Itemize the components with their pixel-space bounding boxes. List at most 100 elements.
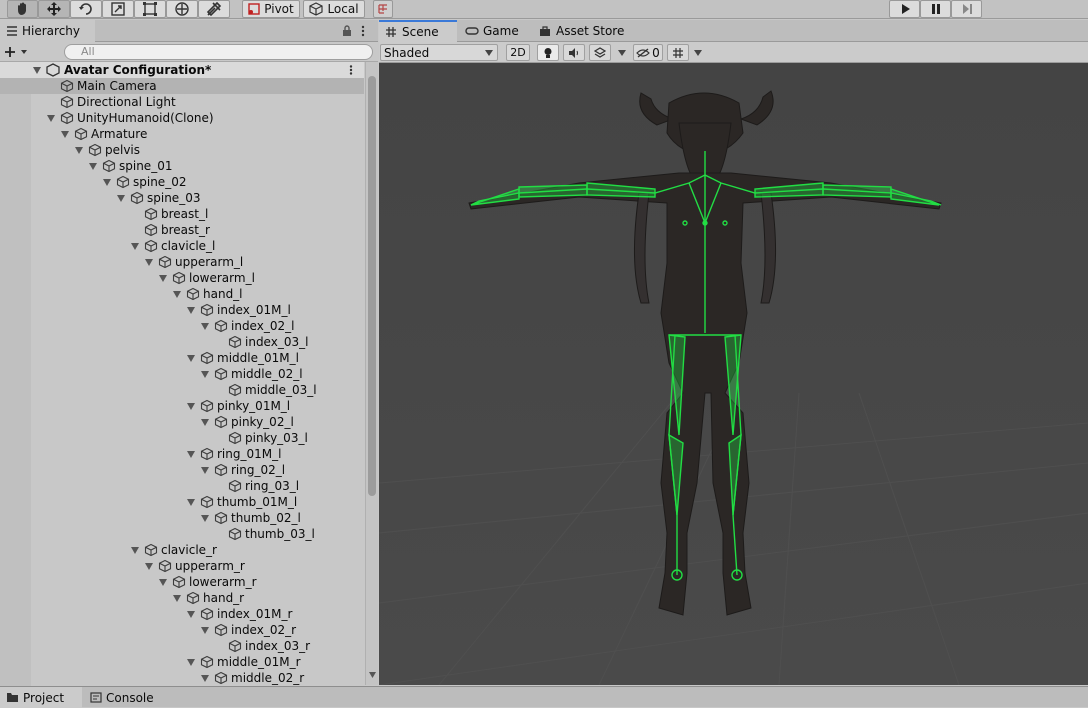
hierarchy-item[interactable]: upperarm_r <box>0 558 364 574</box>
hierarchy-scroll-thumb[interactable] <box>368 76 376 496</box>
hierarchy-item[interactable]: pinky_03_l <box>0 430 364 446</box>
hierarchy-item[interactable]: clavicle_r <box>0 542 364 558</box>
hierarchy-item[interactable]: Main Camera <box>0 78 364 94</box>
hierarchy-item[interactable]: breast_l <box>0 206 364 222</box>
hierarchy-item[interactable]: index_03_l <box>0 334 364 350</box>
gizmo-toggle[interactable] <box>667 44 689 61</box>
create-dropdown[interactable] <box>4 44 32 60</box>
expand-arrow-icon[interactable] <box>103 179 111 186</box>
hierarchy-item[interactable]: upperarm_l <box>0 254 364 270</box>
tab-scene[interactable]: Scene <box>379 20 457 42</box>
expand-arrow-icon[interactable] <box>187 611 195 618</box>
hierarchy-item[interactable]: ring_02_l <box>0 462 364 478</box>
hierarchy-item[interactable]: UnityHumanoid(Clone) <box>0 110 364 126</box>
hierarchy-item[interactable]: spine_01 <box>0 158 364 174</box>
expand-arrow-icon[interactable] <box>131 547 139 554</box>
expand-arrow-icon[interactable] <box>61 131 69 138</box>
expand-arrow-icon[interactable] <box>187 659 195 666</box>
lighting-toggle[interactable] <box>537 44 559 61</box>
rect-tool-button[interactable] <box>134 0 166 18</box>
transform-tool-button[interactable] <box>166 0 198 18</box>
hierarchy-item[interactable]: thumb_02_l <box>0 510 364 526</box>
move-tool-button[interactable] <box>38 0 70 18</box>
effects-dropdown[interactable] <box>615 44 629 61</box>
expand-arrow-icon[interactable] <box>201 515 209 522</box>
expand-arrow-icon[interactable] <box>159 579 167 586</box>
hierarchy-item[interactable]: ring_03_l <box>0 478 364 494</box>
gizmo-dropdown[interactable] <box>691 44 705 61</box>
scroll-down-arrow-icon[interactable] <box>369 672 376 678</box>
expand-arrow-icon[interactable] <box>201 419 209 426</box>
hierarchy-item[interactable]: thumb_03_l <box>0 526 364 542</box>
pivot-toggle[interactable]: Pivot <box>242 0 300 18</box>
hierarchy-scrollbar[interactable] <box>365 62 378 685</box>
expand-arrow-icon[interactable] <box>187 355 195 362</box>
rotate-tool-button[interactable] <box>70 0 102 18</box>
mode-2d-toggle[interactable]: 2D <box>506 44 530 61</box>
tab-console[interactable]: Console <box>84 687 166 708</box>
step-button[interactable] <box>951 0 982 18</box>
expand-arrow-icon[interactable] <box>145 259 153 266</box>
expand-arrow-icon[interactable] <box>187 307 195 314</box>
hierarchy-item[interactable]: middle_01M_r <box>0 654 364 670</box>
expand-arrow-icon[interactable] <box>33 67 41 74</box>
tab-project[interactable]: Project <box>0 687 82 708</box>
kebab-menu-icon[interactable] <box>361 25 365 37</box>
expand-arrow-icon[interactable] <box>173 595 181 602</box>
expand-arrow-icon[interactable] <box>201 675 209 682</box>
hierarchy-item[interactable]: middle_01M_l <box>0 350 364 366</box>
expand-arrow-icon[interactable] <box>131 243 139 250</box>
expand-arrow-icon[interactable] <box>201 371 209 378</box>
shading-mode-dropdown[interactable]: Shaded <box>380 44 498 61</box>
scene-viewport[interactable] <box>379 63 1088 685</box>
lock-icon[interactable] <box>342 25 352 37</box>
expand-arrow-icon[interactable] <box>201 467 209 474</box>
expand-arrow-icon[interactable] <box>187 499 195 506</box>
tab-hierarchy[interactable]: Hierarchy <box>0 20 95 42</box>
expand-arrow-icon[interactable] <box>145 563 153 570</box>
expand-arrow-icon[interactable] <box>201 627 209 634</box>
expand-arrow-icon[interactable] <box>173 291 181 298</box>
hierarchy-item[interactable]: Armature <box>0 126 364 142</box>
scene-row[interactable]: Avatar Configuration* <box>0 62 364 78</box>
expand-arrow-icon[interactable] <box>159 275 167 282</box>
hierarchy-item[interactable]: hand_r <box>0 590 364 606</box>
hierarchy-item[interactable]: index_01M_r <box>0 606 364 622</box>
expand-arrow-icon[interactable] <box>47 115 55 122</box>
expand-arrow-icon[interactable] <box>89 163 97 170</box>
hierarchy-item[interactable]: Directional Light <box>0 94 364 110</box>
expand-arrow-icon[interactable] <box>75 147 83 154</box>
hierarchy-item[interactable]: index_02_l <box>0 318 364 334</box>
hierarchy-item[interactable]: hand_l <box>0 286 364 302</box>
hidden-objects-toggle[interactable]: 0 <box>633 44 663 61</box>
hierarchy-item[interactable]: index_03_r <box>0 638 364 654</box>
hierarchy-search-input[interactable]: All <box>64 44 373 60</box>
snap-toggle[interactable] <box>373 0 393 18</box>
hierarchy-item[interactable]: middle_02_r <box>0 670 364 685</box>
hierarchy-item[interactable]: pinky_02_l <box>0 414 364 430</box>
custom-tool-button[interactable] <box>198 0 230 18</box>
pause-button[interactable] <box>920 0 951 18</box>
play-button[interactable] <box>889 0 920 18</box>
hierarchy-item[interactable]: pelvis <box>0 142 364 158</box>
hierarchy-item[interactable]: middle_02_l <box>0 366 364 382</box>
hierarchy-item[interactable]: index_02_r <box>0 622 364 638</box>
tab-asset-store[interactable]: Asset Store <box>533 20 633 42</box>
expand-arrow-icon[interactable] <box>187 451 195 458</box>
hierarchy-item[interactable]: lowerarm_r <box>0 574 364 590</box>
tab-game[interactable]: Game <box>459 20 529 42</box>
effects-toggle[interactable] <box>589 44 611 61</box>
scale-tool-button[interactable] <box>102 0 134 18</box>
audio-toggle[interactable] <box>563 44 585 61</box>
hierarchy-item[interactable]: spine_02 <box>0 174 364 190</box>
expand-arrow-icon[interactable] <box>201 323 209 330</box>
local-toggle[interactable]: Local <box>303 0 365 18</box>
hierarchy-item[interactable]: breast_r <box>0 222 364 238</box>
expand-arrow-icon[interactable] <box>117 195 125 202</box>
hierarchy-item[interactable]: ring_01M_l <box>0 446 364 462</box>
hierarchy-item[interactable]: clavicle_l <box>0 238 364 254</box>
hierarchy-item[interactable]: lowerarm_l <box>0 270 364 286</box>
hierarchy-item[interactable]: index_01M_l <box>0 302 364 318</box>
hand-tool-button[interactable] <box>7 0 38 18</box>
expand-arrow-icon[interactable] <box>187 403 195 410</box>
